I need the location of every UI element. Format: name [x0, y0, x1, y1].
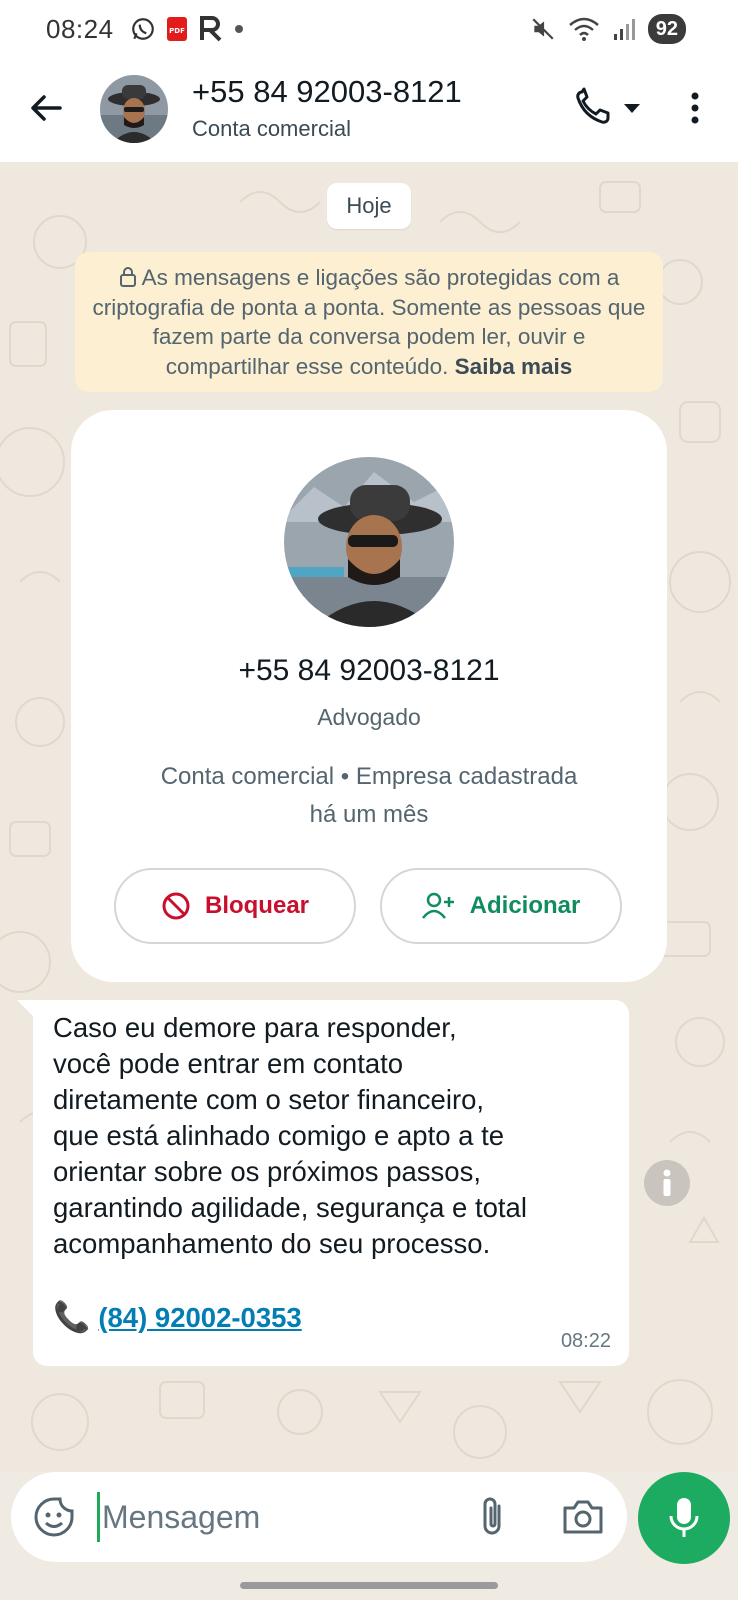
status-bar: 08:24 PDF 92: [0, 0, 738, 60]
business-category: Advogado: [317, 704, 421, 730]
phone-icon[interactable]: [574, 86, 654, 130]
sticker-icon[interactable]: [33, 1496, 75, 1538]
info-icon[interactable]: [644, 1160, 690, 1206]
business-avatar[interactable]: [284, 457, 454, 627]
telephone-emoji: 📞: [53, 1301, 91, 1334]
business-info-card: +55 84 92003-8121 Advogado Conta comerci…: [71, 410, 667, 982]
business-info-line2: há um mês: [309, 801, 429, 828]
message-composer: [11, 1472, 627, 1562]
encryption-notice[interactable]: As mensagens e ligações são protegidas c…: [75, 252, 663, 392]
voice-record-button[interactable]: [638, 1472, 730, 1564]
attach-icon[interactable]: [473, 1494, 513, 1540]
back-arrow-icon[interactable]: [26, 88, 66, 128]
dot-icon: [235, 25, 243, 33]
camera-icon[interactable]: [561, 1496, 605, 1538]
message-input[interactable]: [97, 1492, 457, 1542]
business-avatar-photo: [284, 457, 454, 627]
r-app-icon: [200, 16, 222, 42]
mute-icon: [532, 18, 554, 40]
avatar[interactable]: [100, 75, 168, 143]
contact-title[interactable]: +55 84 92003-8121: [192, 74, 462, 110]
svg-text:PDF: PDF: [169, 27, 185, 35]
message-phone-row: 📞 (84) 92002-0353: [53, 1300, 302, 1335]
wifi-icon: [568, 17, 599, 41]
status-time: 08:24: [46, 14, 114, 44]
microphone-icon: [669, 1498, 699, 1537]
contact-subtitle: Conta comercial: [192, 116, 351, 141]
block-icon: [162, 892, 190, 920]
info-glyph: [663, 1169, 671, 1196]
add-contact-button[interactable]: Adicionar: [380, 868, 622, 944]
message-text: Caso eu demore para responder, você pode…: [53, 1012, 527, 1259]
whatsapp-icon: [132, 18, 154, 40]
learn-more-link[interactable]: Saiba mais: [455, 354, 573, 379]
add-person-icon: [421, 892, 454, 919]
more-vert-icon[interactable]: [680, 86, 710, 130]
business-info-line1: Conta comercial • Empresa cadastrada: [160, 763, 578, 790]
avatar-photo: [100, 75, 168, 143]
signal-icon: [613, 19, 635, 40]
block-button-label: Bloquear: [204, 892, 309, 919]
gesture-handle[interactable]: [240, 1582, 498, 1589]
message-time: 08:22: [560, 1330, 611, 1352]
date-chip: Hoje: [327, 183, 411, 229]
pdf-icon: PDF: [167, 17, 187, 41]
caret-down-icon: [624, 104, 640, 113]
status-right-icons: 92: [530, 14, 686, 44]
lock-icon: [119, 267, 136, 287]
incoming-message[interactable]: Caso eu demore para responder, você pode…: [33, 1000, 629, 1366]
status-left-icons: PDF: [130, 16, 244, 42]
phone-link[interactable]: (84) 92002-0353: [98, 1302, 301, 1334]
chat-header: +55 84 92003-8121 Conta comercial: [0, 60, 738, 162]
add-contact-label: Adicionar: [469, 892, 581, 919]
block-button[interactable]: Bloquear: [114, 868, 356, 944]
business-info-text: Conta comercial • Empresa cadastrada há …: [111, 758, 627, 834]
battery-indicator: 92: [647, 14, 686, 44]
business-phone: +55 84 92003-8121: [238, 654, 500, 687]
